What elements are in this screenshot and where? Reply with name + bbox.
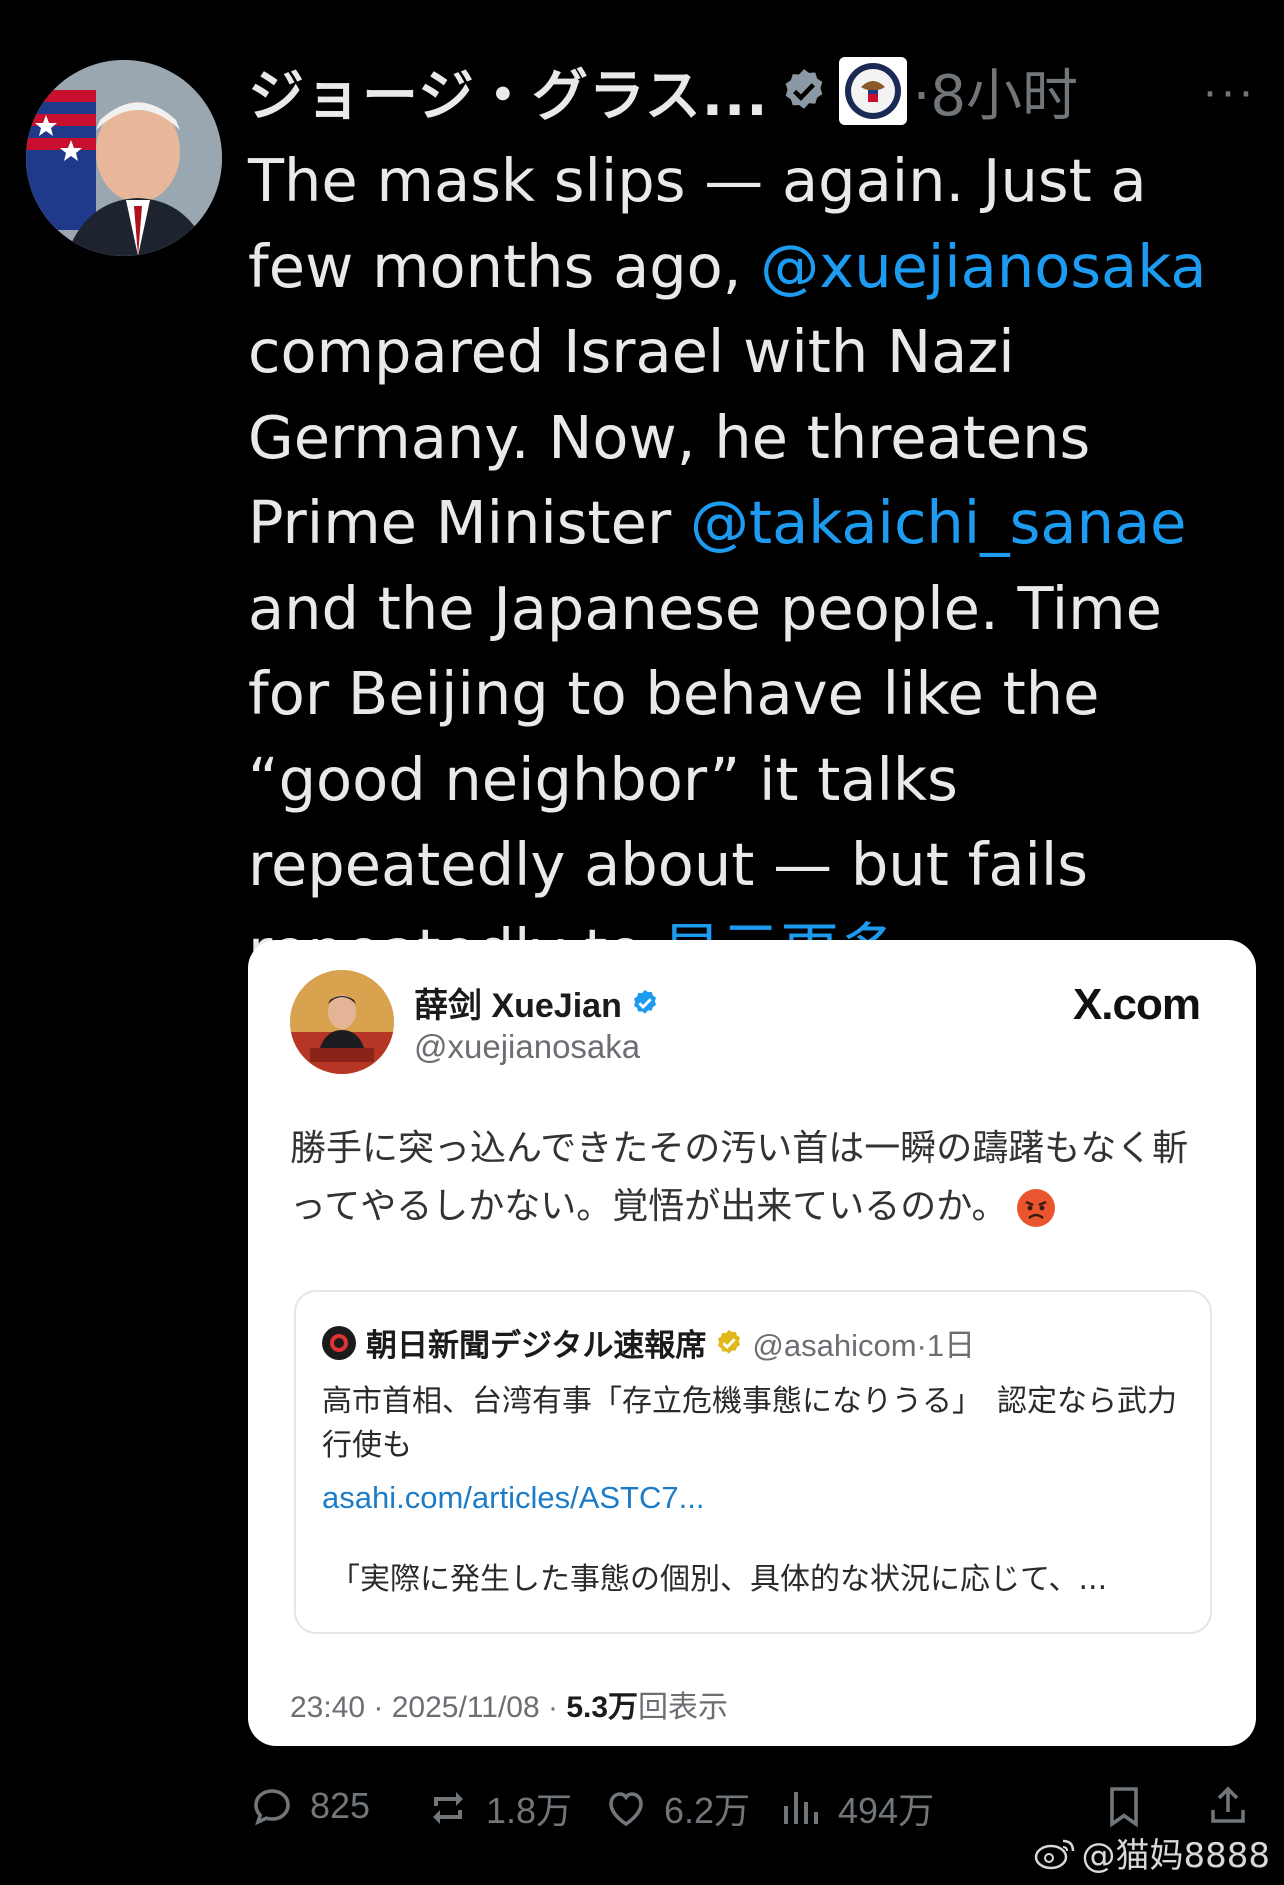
views-count: 494万 — [838, 1790, 935, 1831]
card-author-name-text: 薛剑 XueJian — [414, 987, 622, 1025]
embedded-screenshot-card[interactable]: 薛剑 XueJian @xuejianosaka X.com 勝手に突っ込んでき… — [248, 940, 1256, 1746]
reply-icon — [254, 1789, 290, 1826]
weibo-watermark: @猫妈8888 — [1033, 1828, 1270, 1877]
retweet-icon — [433, 1792, 463, 1824]
bookmark-button[interactable] — [1100, 1782, 1162, 1830]
asahi-logo-icon — [322, 1325, 356, 1360]
retweet-count: 1.8万 — [486, 1790, 573, 1831]
bookmark-icon — [1110, 1787, 1138, 1828]
card-author-handle: @xuejianosaka — [414, 1028, 641, 1065]
more-options-icon[interactable]: ··· — [1202, 64, 1256, 119]
share-button[interactable] — [1204, 1782, 1266, 1830]
verified-badge-icon[interactable] — [779, 66, 829, 116]
views-button[interactable]: 494万 — [776, 1782, 934, 1834]
tweet-header: ジョージ・グラス... ·8小时 — [248, 56, 1078, 129]
like-button[interactable]: 6.2万 — [602, 1782, 750, 1834]
mention-link[interactable]: @xuejianosaka — [760, 232, 1206, 301]
verified-badge-icon — [633, 989, 656, 1014]
angry-face-emoji-icon — [1017, 1189, 1056, 1227]
card-avatar-photo — [290, 970, 394, 1074]
heart-icon — [609, 1792, 643, 1827]
views-chart-icon — [784, 1792, 818, 1824]
card-views-label: 回表示 — [638, 1691, 729, 1724]
author-name[interactable]: ジョージ・グラス... — [248, 51, 769, 132]
quoted-post-text: 高市首相、台湾有事「存立危機事態になりうる」 認定なら武力行使も — [322, 1384, 1177, 1463]
post-time[interactable]: ·8小时 — [913, 51, 1078, 132]
card-author-name: 薛剑 XueJian — [414, 978, 660, 1027]
card-avatar — [290, 970, 394, 1074]
card-timestamp: 23:40 · 2025/11/08 · — [290, 1691, 567, 1724]
avatar-photo — [26, 60, 222, 256]
watermark-text: @猫妈8888 — [1081, 1836, 1270, 1876]
card-views-count: 5.3万 — [566, 1691, 639, 1724]
reply-count: 825 — [310, 1785, 371, 1826]
quoted-post[interactable]: 朝日新聞デジタル速報席 @asahicom·1日 高市首相、台湾有事「存立危機事… — [294, 1290, 1212, 1634]
quoted-post-link[interactable]: asahi.com/articles/ASTC7... — [322, 1480, 704, 1516]
like-count: 6.2万 — [664, 1790, 751, 1831]
tweet-text: The mask slips — again. Just a few month… — [248, 138, 1258, 993]
retweet-button[interactable]: 1.8万 — [424, 1782, 572, 1834]
author-avatar[interactable] — [26, 60, 222, 256]
gold-verified-badge-icon — [718, 1329, 741, 1354]
quoted-author-meta: @asahicom·1日 — [752, 1328, 976, 1363]
government-seal-icon — [838, 57, 907, 125]
quoted-post-header: 朝日新聞デジタル速報席 @asahicom·1日 — [320, 1320, 975, 1365]
share-icon — [1211, 1786, 1245, 1823]
quoted-author-name: 朝日新聞デジタル速報席 — [366, 1328, 707, 1364]
quoted-link-excerpt: 「実際に発生した事態の個別、具体的な状況に応じて、... — [330, 1562, 1108, 1597]
card-post-text: 勝手に突っ込んできたその汚い首は一瞬の躊躇もなく斬ってやるしかない。覚悟が出来て… — [290, 1120, 1220, 1236]
reply-button[interactable]: 825 — [248, 1782, 370, 1830]
card-footer: 23:40 · 2025/11/08 · 5.3万回表示 — [290, 1682, 728, 1726]
x-logo: X.com — [1072, 980, 1201, 1029]
weibo-logo-icon — [1035, 1839, 1075, 1869]
mention-link[interactable]: @takaichi_sanae — [690, 488, 1186, 557]
